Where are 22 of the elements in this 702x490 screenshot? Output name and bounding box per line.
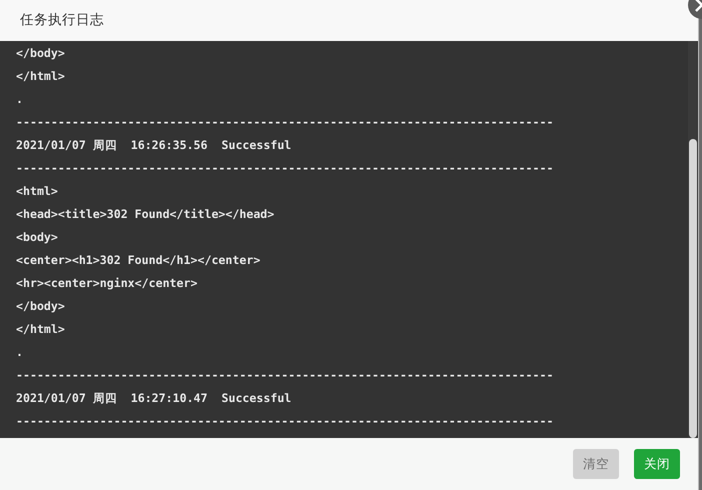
log-line: </body> [16, 46, 65, 60]
log-line: <html> [16, 184, 58, 198]
close-button[interactable]: 关闭 [634, 449, 680, 479]
log-line: ----------------------------------------------------------------------------- [16, 115, 554, 129]
log-line: </html> [16, 69, 65, 83]
log-line: </html> [16, 322, 65, 336]
scrollbar[interactable] [688, 41, 697, 438]
log-line: </body> [16, 299, 65, 313]
log-line: <body> [16, 230, 58, 244]
log-line: . [16, 345, 23, 359]
log-line: 2021/01/07 周四 16:26:35.56 Successful [16, 138, 292, 152]
dialog-title: 任务执行日志 [20, 11, 104, 30]
log-line: <center><h1>302 Found</h1></center> [16, 253, 260, 267]
log-line: <hr><center>nginx</center> [16, 276, 198, 290]
log-line: ----------------------------------------------------------------------------- [16, 161, 554, 175]
log-line: ----------------------------------------------------------------------------- [16, 368, 554, 382]
log-line: . [16, 92, 23, 106]
log-line: ----------------------------------------------------------------------------- [16, 414, 554, 428]
log-line: 2021/01/07 周四 16:27:10.47 Successful [16, 391, 292, 405]
close-icon[interactable] [687, 0, 702, 20]
scrollbar-thumb[interactable] [689, 139, 697, 438]
log-line: <head><title>302 Found</title></head> [16, 207, 274, 221]
